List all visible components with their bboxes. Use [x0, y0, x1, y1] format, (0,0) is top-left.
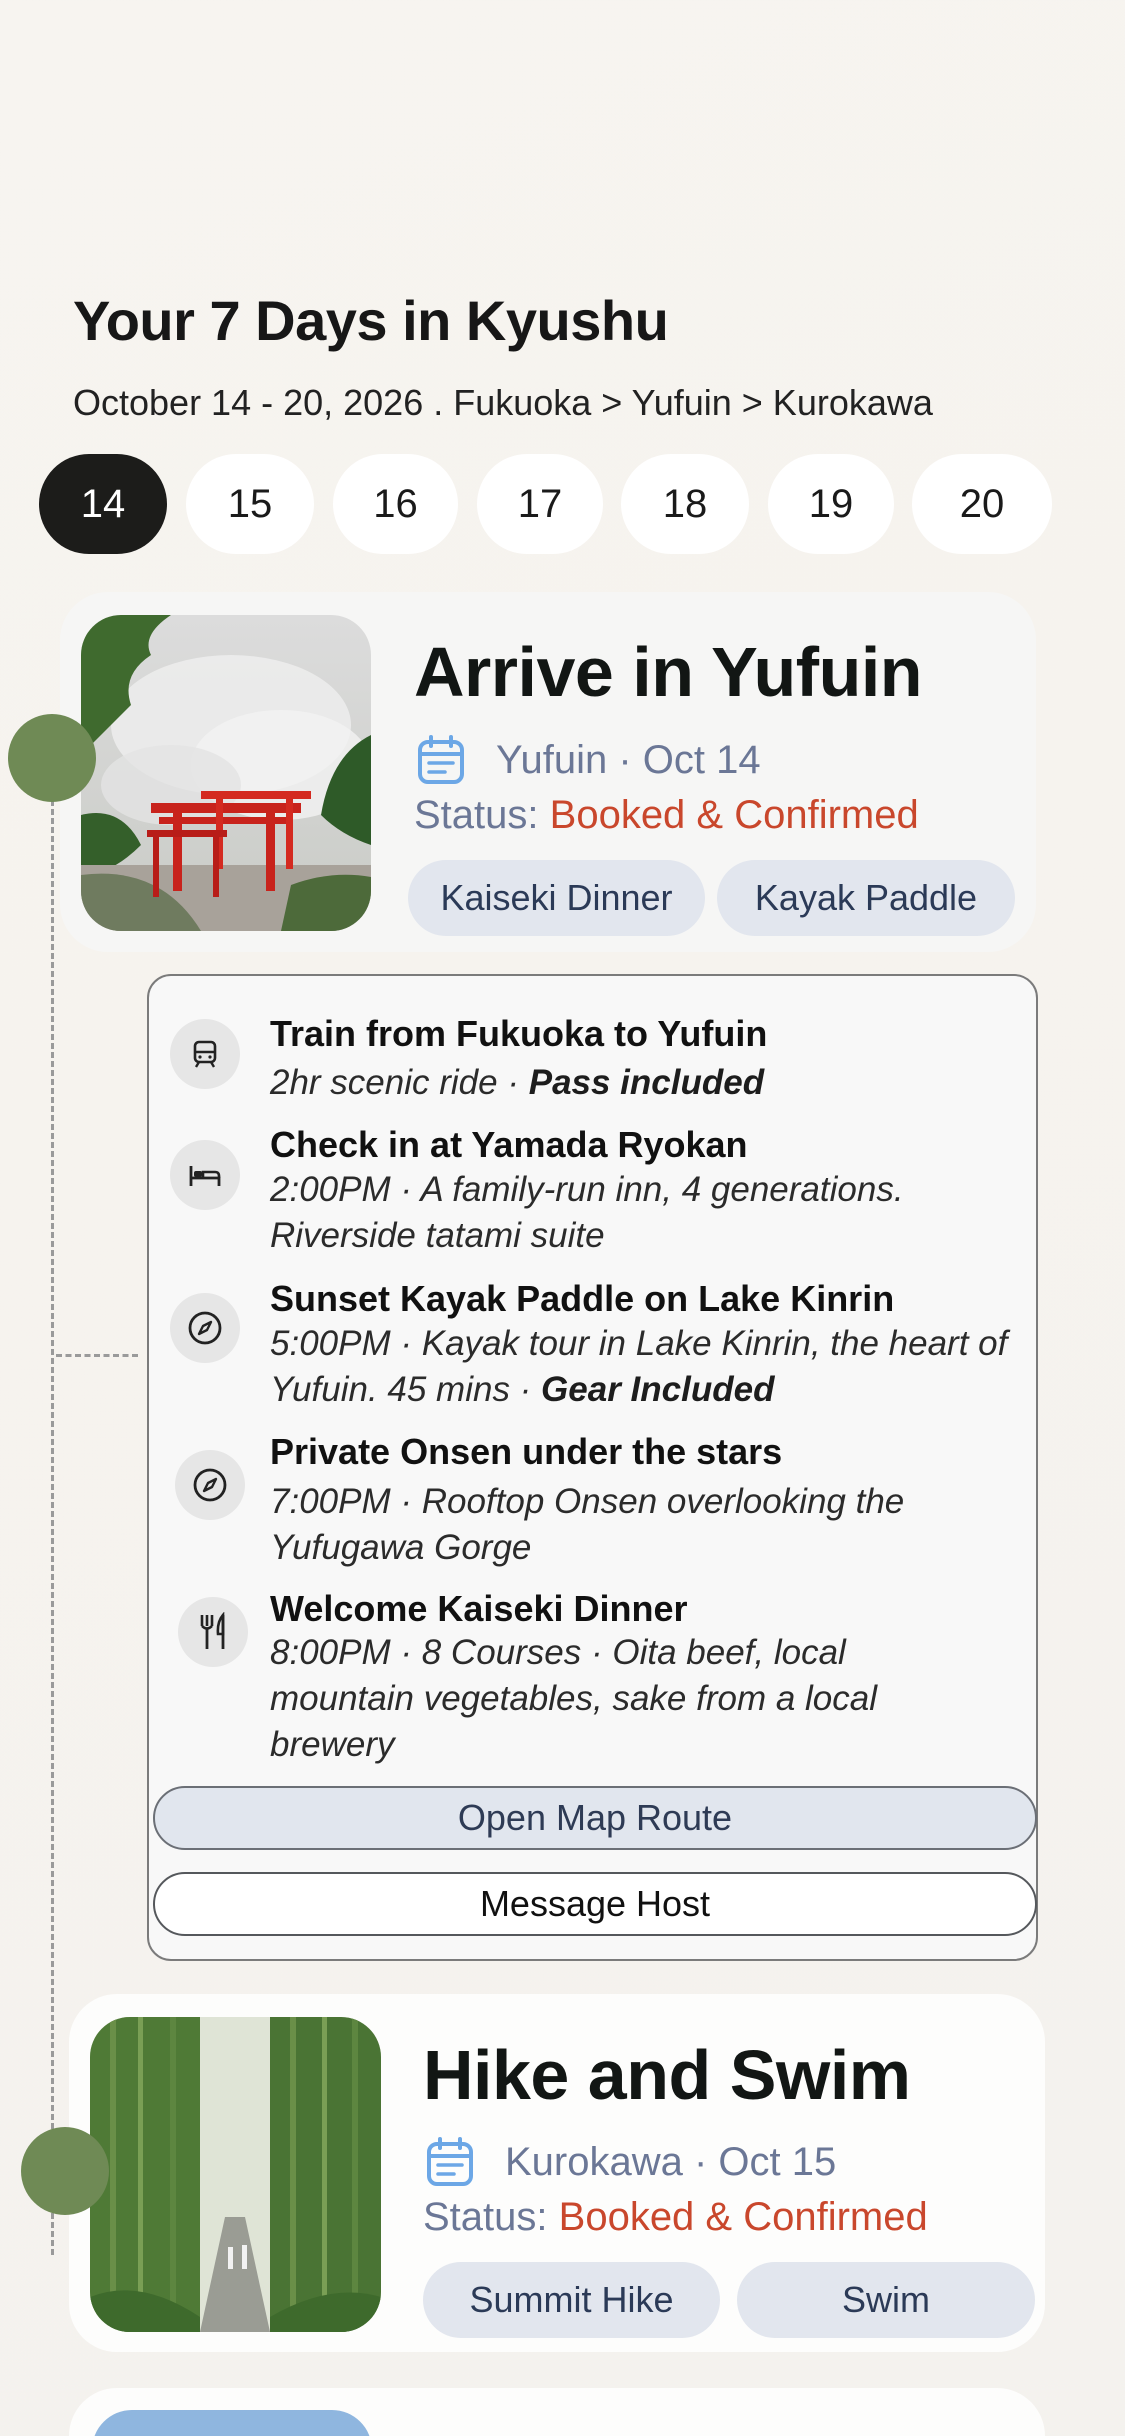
tag-kaiseki-dinner[interactable]: Kaiseki Dinner [408, 860, 705, 936]
itinerary-item-desc: 2hr scenic ride · Pass included [270, 1063, 765, 1102]
message-host-button[interactable]: Message Host [153, 1872, 1037, 1936]
card-location-text: Kurokawa · Oct 15 [505, 2139, 837, 2184]
open-map-route-button[interactable]: Open Map Route [153, 1786, 1037, 1850]
timeline-dot-1 [8, 714, 96, 802]
date-pill-16[interactable]: 16 [333, 454, 458, 554]
itinerary-item-title: Welcome Kaiseki Dinner [270, 1588, 688, 1629]
timeline-dot-2 [21, 2127, 109, 2215]
card-status: Status: Booked & Confirmed [423, 2195, 928, 2240]
itinerary-item-desc: 7:00PM · Rooftop Onsen overlooking the Y… [270, 1482, 905, 1567]
calendar-icon [427, 2137, 473, 2186]
itinerary-item-title: Check in at Yamada Ryokan [270, 1124, 748, 1165]
date-pill-17[interactable]: 17 [477, 454, 603, 554]
tag-kayak-paddle[interactable]: Kayak Paddle [717, 860, 1015, 936]
itinerary-item-title: Sunset Kayak Paddle on Lake Kinrin [270, 1278, 895, 1319]
train-icon [170, 1019, 240, 1089]
date-pill-19[interactable]: 19 [768, 454, 894, 554]
itinerary-item-title: Train from Fukuoka to Yufuin [270, 1013, 768, 1054]
card-status: Status: Booked & Confirmed [414, 793, 919, 838]
bamboo-forest-photo [90, 2017, 381, 2332]
itinerary-item-desc: 2:00PM · A family-run inn, 4 generations… [270, 1170, 904, 1255]
status-label: Status: [414, 793, 539, 837]
calendar-icon [418, 735, 464, 784]
status-value: Booked & Confirmed [549, 793, 919, 837]
trip-subtitle: October 14 - 20, 2026 . Fukuoka > Yufuin… [73, 382, 933, 423]
itinerary-item-title: Private Onsen under the stars [270, 1431, 783, 1472]
bed-icon [170, 1140, 240, 1210]
date-pill-14[interactable]: 14 [39, 454, 167, 554]
timeline-line [51, 800, 54, 2255]
status-label: Status: [423, 2195, 548, 2239]
card-title: Arrive in Yufuin [414, 633, 923, 711]
utensils-icon [178, 1597, 248, 1667]
compass-icon [170, 1293, 240, 1363]
date-pill-15[interactable]: 15 [186, 454, 314, 554]
status-value: Booked & Confirmed [558, 2195, 928, 2239]
torii-gate-photo [81, 615, 371, 931]
tag-swim[interactable]: Swim [737, 2262, 1035, 2338]
compass-icon [175, 1450, 245, 1520]
card-location: Kurokawa · Oct 15 [425, 2136, 836, 2188]
date-pill-18[interactable]: 18 [621, 454, 749, 554]
tag-summit-hike[interactable]: Summit Hike [423, 2262, 720, 2338]
timeline-connector [56, 1354, 138, 1357]
date-pill-20[interactable]: 20 [912, 454, 1052, 554]
itinerary-item-desc: 8:00PM · 8 Courses · Oita beef, local mo… [270, 1633, 877, 1764]
itinerary-item-desc: 5:00PM · Kayak tour in Lake Kinrin, the … [270, 1324, 1008, 1409]
card-location-text: Yufuin · Oct 14 [496, 737, 761, 782]
next-day-photo [92, 2410, 372, 2436]
page-title: Your 7 Days in Kyushu [73, 289, 669, 352]
card-location: Yufuin · Oct 14 [416, 734, 761, 786]
card-title: Hike and Swim [423, 2036, 911, 2114]
